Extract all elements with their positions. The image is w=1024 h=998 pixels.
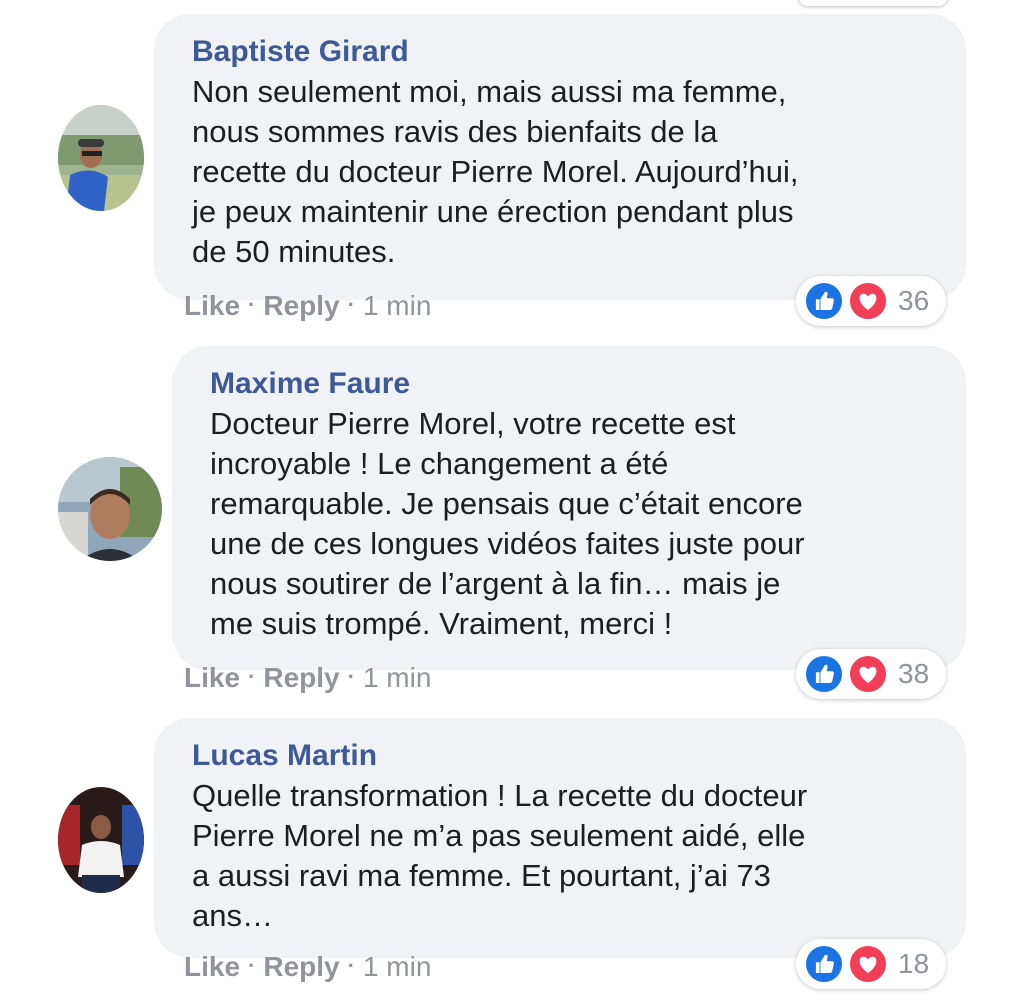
comment-bubble: Baptiste Girard Non seulement moi, mais …: [154, 14, 966, 300]
comment-bubble: Lucas Martin Quelle transformation ! La …: [154, 718, 966, 958]
separator: ·: [347, 292, 355, 317]
comment-text-line: nous sommes ravis des bienfaits de la: [192, 114, 718, 149]
thumbs-up-icon: [804, 944, 844, 984]
avatar[interactable]: [58, 105, 144, 211]
reaction-count: 36: [898, 285, 930, 316]
comment-text-line: me suis trompé. Vraiment, merci !: [210, 606, 673, 641]
comment-text-line: Non seulement moi, mais aussi ma femme,: [192, 74, 787, 109]
comment-text-line: Quelle transformation ! La recette du do…: [192, 778, 808, 813]
reactions-pill[interactable]: 18: [796, 939, 946, 989]
comment-text-line: Docteur Pierre Morel, votre recette est: [210, 406, 736, 441]
comment-text-line: recette du docteur Pierre Morel. Aujourd…: [192, 154, 799, 189]
heart-icon: [848, 281, 888, 321]
avatar-man-white-shirt-icon: [58, 787, 144, 893]
comment-text-line: nous soutirer de l’argent à la fin… mais…: [210, 566, 781, 601]
comment-author[interactable]: Lucas Martin: [192, 738, 966, 774]
comment-text-line: a aussi ravi ma femme. Et pourtant, j’ai…: [192, 858, 771, 893]
comment-text: Non seulement moi, mais aussi ma femme, …: [192, 72, 966, 272]
separator: ·: [347, 664, 355, 689]
separator: ·: [248, 953, 256, 978]
comment-text-line: incroyable ! Le changement a été: [210, 446, 669, 481]
comment-text: Quelle transformation ! La recette du do…: [192, 776, 966, 936]
avatar-man-cap-sunglasses-icon: [58, 105, 144, 211]
reply-link[interactable]: Reply: [263, 662, 339, 693]
like-link[interactable]: Like: [184, 951, 240, 982]
comment-text-line: ans…: [192, 898, 273, 933]
comment-text-line: de 50 minutes.: [192, 234, 396, 269]
timestamp[interactable]: 1 min: [363, 951, 431, 982]
comment-text: Docteur Pierre Morel, votre recette est …: [210, 404, 966, 644]
separator: ·: [248, 292, 256, 317]
separator: ·: [248, 664, 256, 689]
thumbs-up-icon: [804, 654, 844, 694]
avatar-man-outdoors-icon: [58, 457, 162, 561]
reply-link[interactable]: Reply: [263, 951, 339, 982]
comment-actions: Like · Reply · 1 min: [184, 662, 431, 694]
reactions-pill[interactable]: 38: [796, 649, 946, 699]
reaction-count: 18: [898, 948, 930, 979]
thumbs-up-icon: [804, 281, 844, 321]
timestamp[interactable]: 1 min: [363, 662, 431, 693]
avatar[interactable]: [58, 457, 162, 561]
comment-text-line: remarquable. Je pensais que c’était enco…: [210, 486, 803, 521]
reaction-count: 38: [898, 658, 930, 689]
timestamp[interactable]: 1 min: [363, 290, 431, 321]
comment-actions: Like · Reply · 1 min: [184, 951, 431, 983]
reactions-pill[interactable]: 36: [796, 276, 946, 326]
heart-icon: [848, 944, 888, 984]
comment-author[interactable]: Baptiste Girard: [192, 34, 966, 70]
previous-reactions-pill: [798, 0, 948, 6]
comment-text-line: Pierre Morel ne m’a pas seulement aidé, …: [192, 818, 806, 853]
comment-actions: Like · Reply · 1 min: [184, 290, 431, 322]
avatar[interactable]: [58, 787, 144, 893]
heart-icon: [848, 654, 888, 694]
like-link[interactable]: Like: [184, 662, 240, 693]
comment-bubble: Maxime Faure Docteur Pierre Morel, votre…: [172, 346, 966, 670]
like-link[interactable]: Like: [184, 290, 240, 321]
reply-link[interactable]: Reply: [263, 290, 339, 321]
comment-author[interactable]: Maxime Faure: [210, 366, 966, 402]
comment-text-line: je peux maintenir une érection pendant p…: [192, 194, 794, 229]
separator: ·: [347, 953, 355, 978]
comment-text-line: une de ces longues vidéos faites juste p…: [210, 526, 805, 561]
